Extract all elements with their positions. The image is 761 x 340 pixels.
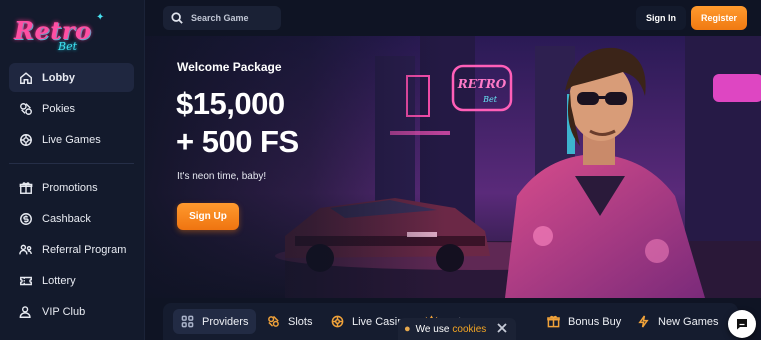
tab-label: New Games <box>658 315 719 328</box>
cookie-banner: ● We use cookies <box>398 318 516 340</box>
primary-nav: Lobby Pokies Live Games <box>9 63 134 156</box>
tab-label: Bonus Buy <box>568 315 622 328</box>
chat-icon <box>737 319 747 330</box>
sidebar-item-label: Cashback <box>42 212 91 225</box>
sidebar-item-label: Promotions <box>42 181 98 194</box>
sidebar-item-live-games[interactable]: Live Games <box>9 125 134 154</box>
bonus-buy-icon <box>547 315 560 328</box>
chat-button[interactable] <box>728 310 756 338</box>
hero-banner: RETRO Bet Welcome Package $15,000 + 500 … <box>145 36 761 298</box>
lightning-icon <box>638 315 649 328</box>
logo-main-text: Retro <box>14 16 92 45</box>
sidebar-item-label: VIP Club <box>42 306 86 319</box>
top-bar: Search Game Sign In Register <box>145 0 761 36</box>
register-button[interactable]: Register <box>691 6 747 30</box>
search-placeholder: Search Game <box>191 13 249 23</box>
live-games-icon <box>19 133 33 147</box>
hero-free-spins: + 500 FS <box>176 124 299 159</box>
svg-text:RETRO: RETRO <box>457 77 507 91</box>
hero-eyebrow: Welcome Package <box>177 60 282 74</box>
gift-icon <box>19 181 33 195</box>
home-icon <box>19 71 33 85</box>
tab-label: Slots <box>288 315 313 328</box>
sidebar-item-label: Referral Program <box>42 243 127 256</box>
sidebar-item-label: Live Games <box>42 133 101 146</box>
tab-label: Live Casin <box>352 315 404 328</box>
retro-bet-logo[interactable]: Retro Bet ✦ <box>14 12 104 54</box>
search-input[interactable]: Search Game <box>163 6 281 30</box>
sign-up-button[interactable]: Sign Up <box>177 203 239 230</box>
cookie-text: We use <box>415 323 450 335</box>
tab-bonus-buy[interactable]: Bonus Buy <box>547 309 621 334</box>
grid-icon <box>181 315 194 328</box>
tab-providers[interactable]: Providers <box>173 309 257 334</box>
sidebar-item-vip-club[interactable]: VIP Club <box>9 298 134 327</box>
live-casino-icon <box>331 315 344 328</box>
sidebar-item-cashback[interactable]: Cashback <box>9 204 134 233</box>
hero-gradient-overlay <box>145 36 445 298</box>
tab-label: Providers <box>202 315 249 328</box>
search-icon <box>171 12 183 24</box>
vip-icon <box>19 305 33 319</box>
tab-new-games[interactable]: New Games <box>637 309 719 334</box>
sidebar-item-lobby[interactable]: Lobby <box>9 63 134 92</box>
cashback-icon <box>19 212 33 226</box>
hero-tagline: It's neon time, baby! <box>177 171 267 182</box>
sidebar-item-pokies[interactable]: Pokies <box>9 94 134 123</box>
secondary-nav: Promotions Cashback Referral Program Lot… <box>9 173 134 329</box>
hero-bonus-amount: $15,000 <box>176 86 285 121</box>
referral-icon <box>19 243 33 257</box>
tab-live-casino[interactable]: Live Casin <box>331 309 403 334</box>
svg-text:Bet: Bet <box>482 95 498 104</box>
sign-in-button[interactable]: Sign In <box>636 6 686 30</box>
sidebar-item-lottery[interactable]: Lottery <box>9 267 134 296</box>
lottery-icon <box>19 274 33 288</box>
sidebar-divider <box>9 163 134 164</box>
sidebar-item-label: Pokies <box>42 102 76 115</box>
slots-icon <box>268 315 279 327</box>
pokies-icon <box>19 102 33 116</box>
sidebar-item-label: Lobby <box>42 71 75 84</box>
sidebar-item-promotions[interactable]: Promotions <box>9 173 134 202</box>
sidebar-item-label: Lottery <box>42 275 76 288</box>
sidebar: Retro Bet ✦ Lobby Pokies Live Games Prom… <box>0 0 145 340</box>
cookies-link[interactable]: cookies <box>452 324 486 335</box>
close-icon[interactable] <box>496 322 508 334</box>
tab-slots[interactable]: Slots <box>267 309 312 334</box>
sparkle-icon: ✦ <box>96 12 105 23</box>
logo-sub-text: Bet <box>58 40 78 53</box>
cookie-icon: ● <box>404 323 411 335</box>
sidebar-item-referral-program[interactable]: Referral Program <box>9 235 134 264</box>
